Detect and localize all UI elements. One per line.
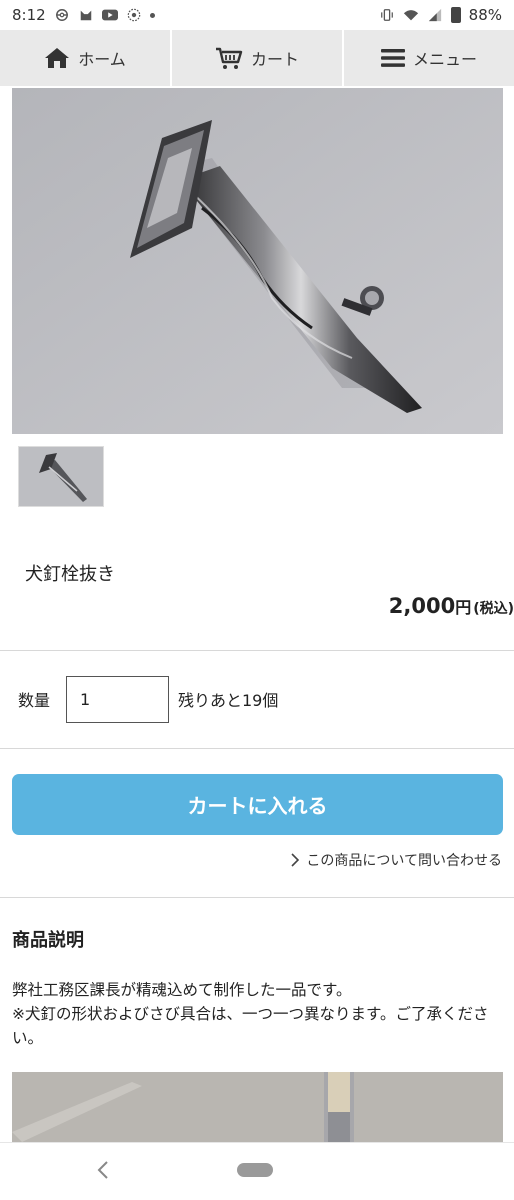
- back-icon[interactable]: [96, 1159, 110, 1181]
- price-currency: 円: [455, 598, 472, 617]
- inquiry-label: この商品について問い合わせる: [306, 853, 502, 869]
- status-bar: 8:12 88%: [0, 0, 514, 30]
- product-thumbnail[interactable]: [18, 446, 104, 507]
- description-line: 弊社工務区課長が精魂込めて制作した一品です。: [12, 981, 352, 999]
- signal-icon: [428, 8, 441, 22]
- menu-icon: [380, 49, 405, 67]
- system-nav-bar: [0, 1142, 514, 1200]
- price-amount: 2,000: [388, 594, 456, 618]
- home-gesture-pill[interactable]: [237, 1163, 273, 1177]
- add-to-cart-button[interactable]: カートに入れる: [12, 774, 503, 835]
- nav-menu[interactable]: メニュー: [344, 30, 514, 86]
- divider: [0, 650, 514, 651]
- vibrate-icon: [380, 9, 393, 21]
- cart-icon: [215, 47, 243, 69]
- status-time: 8:12: [12, 6, 46, 24]
- top-nav: ホーム カート メニュー: [0, 30, 514, 86]
- dot-icon: [149, 12, 155, 18]
- stock-remaining: 残りあと19個: [178, 691, 279, 710]
- nav-menu-label: メニュー: [412, 50, 477, 69]
- chevron-right-icon: [291, 853, 300, 867]
- nav-home[interactable]: ホーム: [0, 30, 172, 86]
- home-icon: [45, 48, 70, 68]
- product-inquiry-link[interactable]: この商品について問い合わせる: [290, 850, 502, 870]
- add-to-cart-label: カートに入れる: [187, 794, 328, 818]
- battery-percent: 88%: [468, 6, 502, 24]
- badge-icon: [127, 8, 140, 22]
- divider: [0, 897, 514, 898]
- wifi-icon: [403, 10, 418, 21]
- product-price: 2,000 円 (税込): [389, 594, 514, 618]
- nav-cart-label: カート: [250, 50, 299, 69]
- quantity-input[interactable]: [66, 676, 169, 723]
- battery-icon: [450, 7, 461, 23]
- youtube-icon: [101, 9, 118, 21]
- description-image: [12, 1072, 503, 1142]
- product-description: 弊社工務区課長が精魂込めて制作した一品です。 ※犬釘の形状およびさび具合は、一つ…: [12, 978, 502, 1050]
- description-line: ※犬釘の形状およびさび具合は、一つ一つ異なります。ご了承ください。: [12, 1005, 489, 1047]
- quantity-label: 数量: [18, 691, 51, 710]
- cat-icon: [80, 10, 91, 21]
- nav-cart[interactable]: カート: [172, 30, 344, 86]
- divider: [0, 748, 514, 749]
- pokeball-icon: [55, 9, 68, 21]
- product-main-image[interactable]: [12, 88, 503, 434]
- price-tax-note: (税込): [473, 601, 514, 617]
- nav-home-label: ホーム: [78, 50, 126, 69]
- description-heading: 商品説明: [12, 930, 84, 951]
- product-title: 犬釘栓抜き: [25, 564, 115, 585]
